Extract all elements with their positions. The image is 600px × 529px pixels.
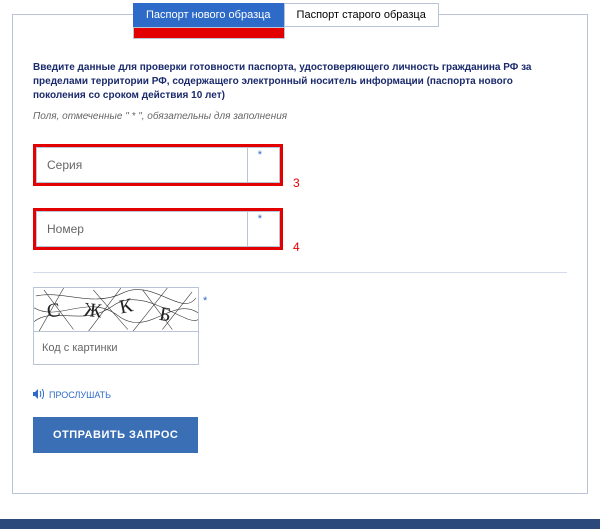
tab-old-passport[interactable]: Паспорт старого образца xyxy=(284,3,439,27)
annotation-marker-3: 3 xyxy=(293,176,300,190)
required-hint: Поля, отмеченные " * ", обязательны для … xyxy=(33,111,567,122)
captcha-image: С Ж К Б xyxy=(34,288,198,332)
tab-active-underline xyxy=(133,27,285,39)
required-star-icon: * xyxy=(258,213,262,225)
footer-bar xyxy=(0,519,600,529)
tab-new-passport[interactable]: Паспорт нового образца xyxy=(133,3,284,27)
sound-icon xyxy=(33,389,45,401)
captcha-noise-icon: С Ж К Б xyxy=(34,288,198,331)
content: Введите данные для проверки готовности п… xyxy=(13,15,587,467)
series-input[interactable] xyxy=(36,147,280,183)
submit-button[interactable]: ОТПРАВИТЬ ЗАПРОС xyxy=(33,417,198,453)
required-star-icon: * xyxy=(203,295,207,307)
number-highlight: * xyxy=(33,208,283,250)
captcha-box: С Ж К Б xyxy=(33,287,199,365)
captcha-input[interactable] xyxy=(34,332,198,364)
tabs: Паспорт нового образца Паспорт старого о… xyxy=(133,3,439,27)
svg-text:Б: Б xyxy=(158,303,173,327)
intro-text: Введите данные для проверки готовности п… xyxy=(33,61,567,103)
svg-text:Ж: Ж xyxy=(83,299,103,323)
separator xyxy=(33,272,567,273)
fields-block: * 3 * 4 xyxy=(33,144,567,250)
listen-captcha-link[interactable]: ПРОСЛУШАТЬ xyxy=(33,389,567,401)
input-divider xyxy=(247,211,248,247)
field-row-number: * 4 xyxy=(33,208,567,250)
form-frame: Паспорт нового образца Паспорт старого о… xyxy=(12,14,588,494)
input-divider xyxy=(247,147,248,183)
svg-text:С: С xyxy=(45,299,61,323)
field-row-series: * 3 xyxy=(33,144,567,186)
required-star-icon: * xyxy=(258,149,262,161)
series-highlight: * xyxy=(33,144,283,186)
annotation-marker-4: 4 xyxy=(293,240,300,254)
listen-label: ПРОСЛУШАТЬ xyxy=(49,390,111,400)
svg-text:К: К xyxy=(117,294,135,318)
number-input[interactable] xyxy=(36,211,280,247)
